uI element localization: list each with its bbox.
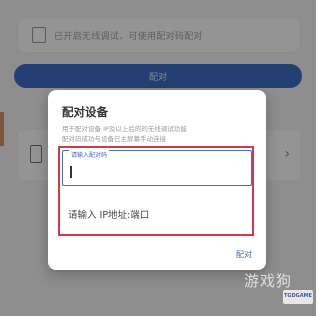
pairing-code-input[interactable] [73, 162, 243, 180]
dialog-description: 用于配对设备 IP及以上后的的无线调试功能 配对码成功与设备已主屏幕手动连接 [62, 124, 258, 144]
watermark-text: 游戏狗 [244, 272, 293, 290]
pairing-code-field-label: 请输入配对码 [69, 150, 110, 159]
ip-port-input[interactable] [68, 206, 248, 224]
dialog-title: 配对设备 [62, 105, 108, 119]
watermark-logo: TGDGAME [283, 290, 313, 304]
text-cursor [70, 166, 72, 178]
watermark-logo-text: TGDGAME [284, 293, 313, 299]
pair-device-dialog: 配对设备 用于配对设备 IP及以上后的的无线调试功能 配对码成功与设备已主屏幕手… [48, 90, 266, 270]
dialog-description-line: 用于配对设备 IP及以上后的的无线调试功能 [62, 125, 187, 133]
pairing-code-field[interactable]: 请输入配对码 [62, 150, 252, 186]
address-field[interactable] [62, 200, 252, 230]
dialog-description-line: 配对码成功与设备已主屏幕手动连接 [62, 135, 166, 143]
pair-button[interactable]: 配对 [236, 249, 252, 260]
